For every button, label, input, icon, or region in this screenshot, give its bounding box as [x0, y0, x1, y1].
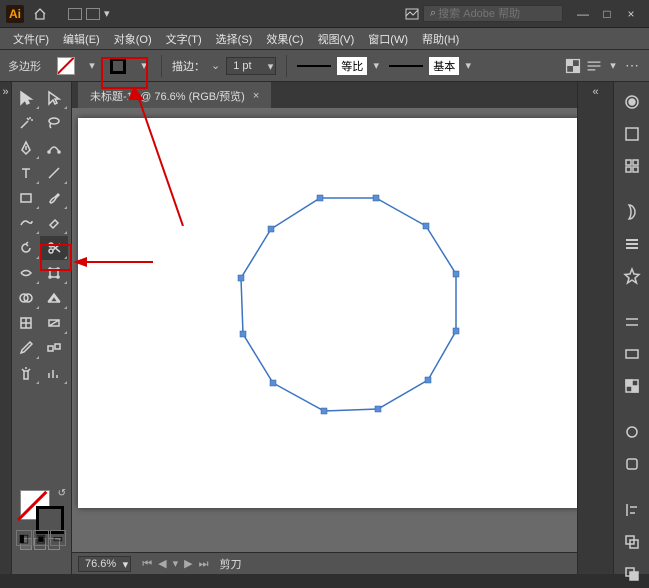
shaper-tool[interactable] [12, 211, 40, 235]
paintbrush-tool[interactable] [40, 186, 68, 210]
libraries-panel-icon[interactable] [616, 152, 648, 180]
properties-panel-icon[interactable] [616, 88, 648, 116]
width-tool[interactable] [12, 261, 40, 285]
align-dropdown[interactable]: ▾ [606, 59, 620, 72]
stroke-link-icon[interactable]: ⌄ [211, 59, 220, 72]
type-tool[interactable] [12, 161, 40, 185]
stock-icon[interactable] [403, 5, 421, 23]
align-panel-icon[interactable] [616, 496, 648, 524]
brush-profile[interactable]: 基本▾ [389, 57, 475, 75]
width-profile[interactable]: 等比▾ [297, 57, 383, 75]
gradient-panel-icon[interactable] [616, 340, 648, 368]
stroke-label: 描边： [172, 58, 205, 74]
more-options-icon[interactable]: ⋯ [623, 57, 641, 75]
stroke-swatch[interactable] [105, 54, 131, 78]
right-panel [613, 82, 649, 574]
stroke-panel-icon[interactable] [616, 308, 648, 336]
align-icon[interactable] [585, 57, 603, 75]
gradient-tool[interactable] [40, 311, 68, 335]
menu-select[interactable]: 选择(S) [209, 31, 260, 47]
column-graph-tool[interactable] [40, 361, 68, 385]
polygon-shape[interactable] [205, 198, 465, 461]
menu-file[interactable]: 文件(F) [6, 31, 56, 47]
curvature-tool[interactable] [40, 136, 68, 160]
no-fill-icon [57, 57, 75, 75]
menu-type[interactable]: 文字(T) [159, 31, 209, 47]
fill-dropdown[interactable]: ▾ [85, 59, 99, 72]
workspace-switcher[interactable]: ▾ [68, 7, 110, 20]
toolbox: ↺ ◧▣▭ [12, 82, 72, 574]
dock-toggle-left[interactable]: » [0, 82, 11, 98]
menu-view[interactable]: 视图(V) [311, 31, 362, 47]
screen-mode-selector[interactable]: ◧▣▭ [16, 530, 66, 546]
eyedropper-tool[interactable] [12, 336, 40, 360]
menu-effect[interactable]: 效果(C) [259, 31, 310, 47]
shape-name: 多边形 [8, 58, 47, 74]
stroke-icon [110, 58, 126, 74]
free-transform-tool[interactable] [40, 261, 68, 285]
fill-stroke-indicator[interactable]: ↺ [20, 490, 64, 534]
rotate-tool[interactable] [12, 236, 40, 260]
window-maximize[interactable]: □ [595, 4, 619, 24]
direct-selection-tool[interactable] [40, 86, 68, 110]
eraser-tool[interactable] [40, 211, 68, 235]
artboard-nav[interactable]: ⏮◀▾▶⏭ [139, 557, 211, 571]
brushes-panel-icon[interactable] [616, 230, 648, 258]
document-tab-title: 未标题-1* @ 76.6% (RGB/预览) [90, 88, 245, 104]
artboard-dropdown[interactable]: ▾ [170, 558, 182, 570]
appearance-panel-icon[interactable] [616, 418, 648, 446]
blend-tool[interactable] [40, 336, 68, 360]
main-menu: 文件(F) 编辑(E) 对象(O) 文字(T) 选择(S) 效果(C) 视图(V… [0, 28, 649, 50]
status-tool: 剪刀 [219, 556, 241, 572]
swatches-panel-icon[interactable] [616, 198, 648, 226]
status-bar: 76.6%▾ ⏮◀▾▶⏭ 剪刀 [72, 552, 577, 574]
mesh-tool[interactable] [12, 311, 40, 335]
pen-tool[interactable] [12, 136, 40, 160]
stroke-dropdown[interactable]: ▾ [137, 59, 151, 72]
document-tab[interactable]: 未标题-1* @ 76.6% (RGB/预览) × [78, 82, 271, 108]
scissors-tool[interactable] [40, 236, 68, 260]
menu-help[interactable]: 帮助(H) [415, 31, 466, 47]
menu-object[interactable]: 对象(O) [107, 31, 159, 47]
transparency-panel-icon[interactable] [616, 372, 648, 400]
menu-window[interactable]: 窗口(W) [361, 31, 415, 47]
control-bar: 多边形 ▾ ▾ 描边： ⌄ 1 pt▾ 等比▾ 基本▾ ▾ ⋯ [0, 50, 649, 82]
shape-builder-tool[interactable] [12, 286, 40, 310]
home-icon[interactable] [30, 4, 50, 24]
perspective-grid-tool[interactable] [40, 286, 68, 310]
search-icon: ⌕ [430, 7, 436, 20]
opacity-icon[interactable] [564, 57, 582, 75]
help-search-input[interactable] [438, 8, 580, 20]
window-minimize[interactable]: — [571, 4, 595, 24]
graphic-styles-panel-icon[interactable] [616, 450, 648, 478]
rectangle-tool[interactable] [12, 186, 40, 210]
close-tab-icon[interactable]: × [253, 90, 259, 102]
selection-tool[interactable] [12, 86, 40, 110]
help-search[interactable]: ⌕ [423, 5, 563, 22]
pathfinder-panel-icon[interactable] [616, 560, 648, 588]
window-close[interactable]: × [619, 4, 643, 24]
left-dock: » [0, 82, 12, 574]
zoom-level[interactable]: 76.6%▾ [78, 556, 131, 572]
magic-wand-tool[interactable] [12, 111, 40, 135]
layers-panel-icon[interactable] [616, 120, 648, 148]
swap-fill-stroke-icon[interactable]: ↺ [58, 488, 66, 499]
menu-edit[interactable]: 编辑(E) [56, 31, 107, 47]
line-segment-tool[interactable] [40, 161, 68, 185]
canvas[interactable] [72, 108, 577, 552]
symbol-sprayer-tool[interactable] [12, 361, 40, 385]
stroke-weight-input[interactable]: 1 pt▾ [226, 57, 276, 75]
symbols-panel-icon[interactable] [616, 262, 648, 290]
artboard [78, 118, 577, 508]
lasso-tool[interactable] [40, 111, 68, 135]
fill-swatch[interactable] [53, 54, 79, 78]
right-dock-handle[interactable]: « [577, 82, 613, 574]
app-logo: Ai [6, 5, 24, 23]
